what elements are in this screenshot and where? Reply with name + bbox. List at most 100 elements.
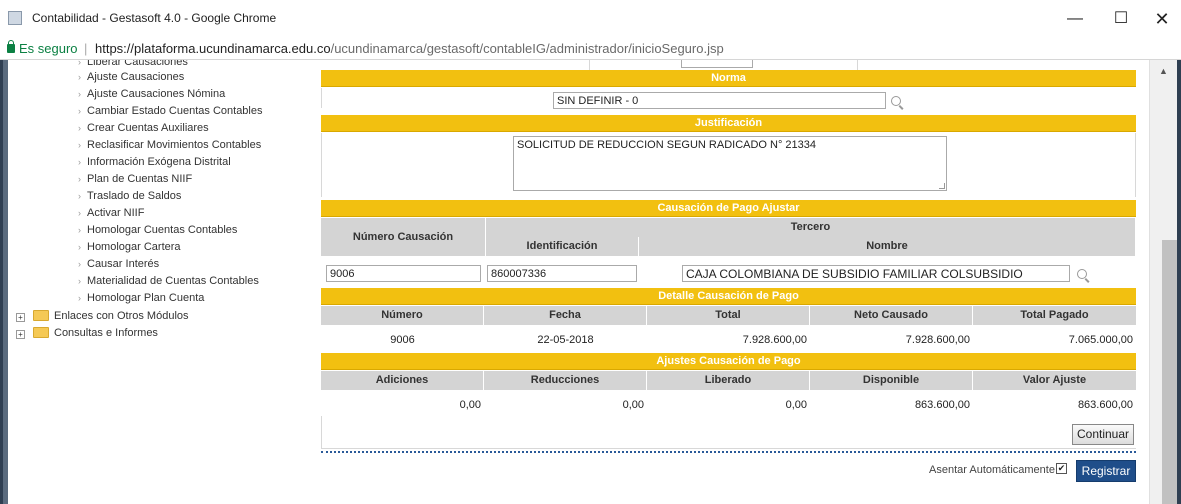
section-header-causacion: Causación de Pago Ajustar — [321, 200, 1136, 217]
registrar-button[interactable]: Registrar — [1076, 460, 1136, 482]
nombre-field[interactable]: CAJA COLOMBIANA DE SUBSIDIO FAMILIAR COL… — [682, 265, 1070, 282]
continuar-button[interactable]: Continuar — [1072, 424, 1134, 445]
col-header-total-pagado: Total Pagado — [973, 306, 1136, 325]
folder-icon — [33, 327, 49, 338]
url-host: https://plataforma.ucundinamarca.edu.co — [95, 41, 331, 56]
sidebar-item-plan-niif[interactable]: › Plan de Cuentas NIIF — [78, 173, 192, 185]
chevron-right-icon: › — [78, 89, 81, 99]
sidebar-tree: › Liberar Causaciones › Ajuste Causaciones… — [8, 60, 311, 504]
secure-label[interactable]: Es seguro — [19, 38, 78, 60]
col-header-reducciones: Reducciones — [484, 371, 647, 390]
reducciones-value[interactable]: 0,00 — [484, 396, 647, 414]
sidebar-item-label: Crear Cuentas Auxiliares — [87, 122, 209, 134]
form-divider — [857, 60, 858, 70]
sidebar-folder-enlaces[interactable]: + Enlaces con Otros Módulos — [16, 310, 189, 322]
sidebar-item-label: Cambiar Estado Cuentas Contables — [87, 105, 263, 117]
section-header-norma: Norma — [321, 70, 1136, 87]
numero-causacion-field[interactable]: 9006 — [326, 265, 481, 282]
identificacion-field[interactable]: 860007336 — [487, 265, 637, 282]
chevron-right-icon: › — [78, 191, 81, 201]
justificacion-textarea[interactable]: SOLICITUD DE REDUCCION SEGUN RADICADO N°… — [513, 136, 947, 191]
adiciones-value[interactable]: 0,00 — [321, 396, 484, 414]
sidebar-item-label: Liberar Causaciones — [87, 60, 188, 68]
col-header-neto-causado: Neto Causado — [810, 306, 973, 325]
sidebar-item-traslado[interactable]: › Traslado de Saldos — [78, 190, 181, 202]
address-separator: | — [84, 41, 88, 56]
valor-ajuste-value[interactable]: 863.600,00 — [973, 396, 1136, 414]
sidebar-item-label: Activar NIIF — [87, 207, 145, 219]
chevron-right-icon: › — [78, 276, 81, 286]
sidebar-item-label: Homologar Cartera — [87, 241, 181, 253]
section-header-detalle: Detalle Causación de Pago — [321, 288, 1136, 305]
sidebar-item-label: Ajuste Causaciones Nómina — [87, 88, 226, 100]
sidebar-item-homologar-plan[interactable]: › Homologar Plan Cuenta — [78, 292, 204, 304]
sidebar-item-label: Reclasificar Movimientos Contables — [87, 139, 262, 151]
sidebar-item-crear-cuentas[interactable]: › Crear Cuentas Auxiliares — [78, 122, 209, 134]
scrollbar-thumb[interactable] — [1162, 240, 1178, 504]
section-header-ajustes: Ajustes Causación de Pago — [321, 353, 1136, 370]
form-divider — [589, 60, 590, 70]
sidebar-folder-consultas[interactable]: + Consultas e Informes — [16, 327, 158, 339]
minimize-button[interactable]: — — [1064, 8, 1086, 30]
sidebar-item-homologar-cuentas[interactable]: › Homologar Cuentas Contables — [78, 224, 237, 236]
chevron-right-icon: › — [78, 242, 81, 252]
sidebar-folder-label: Enlaces con Otros Módulos — [54, 310, 189, 322]
form-divider — [1135, 133, 1136, 197]
table-cell: 7.928.600,00 — [905, 334, 970, 346]
liberado-value[interactable]: 0,00 — [647, 396, 810, 414]
chevron-right-icon: › — [78, 208, 81, 218]
sidebar-item-ajuste-causaciones[interactable]: › Ajuste Causaciones — [78, 71, 184, 83]
expand-icon[interactable]: + — [16, 313, 25, 322]
chevron-right-icon: › — [78, 293, 81, 303]
cut-off-field[interactable] — [681, 60, 753, 68]
col-header-fecha: Fecha — [484, 306, 647, 325]
sidebar-item-causar-interes[interactable]: › Causar Interés — [78, 258, 159, 270]
section-header-justificacion: Justificación — [321, 115, 1136, 132]
col-header-valor-ajuste: Valor Ajuste — [973, 371, 1136, 390]
address-bar[interactable]: Es seguro | https://plataforma.ucundinam… — [0, 38, 1181, 60]
chevron-right-icon: › — [78, 157, 81, 167]
close-button[interactable]: ✕ — [1151, 8, 1173, 30]
nombre-header: Nombre — [639, 237, 1136, 256]
sidebar-item-homologar-cartera[interactable]: › Homologar Cartera — [78, 241, 181, 253]
window-title: Contabilidad - Gestasoft 4.0 - Google Ch… — [32, 11, 277, 25]
table-cell: 9006 — [390, 334, 415, 346]
sidebar-item-label: Causar Interés — [87, 258, 160, 270]
right-window-edge — [1177, 60, 1181, 504]
tercero-header: Tercero — [486, 218, 1136, 237]
url-path: /ucundinamarca/gestasoft/contableIG/admi… — [330, 41, 724, 56]
sidebar-item-ajuste-causaciones-nomina[interactable]: › Ajuste Causaciones Nómina — [78, 88, 225, 100]
url-text[interactable]: https://plataforma.ucundinamarca.edu.co/… — [95, 38, 724, 60]
col-header-numero: Número — [321, 306, 484, 325]
left-window-edge-dark — [0, 60, 3, 504]
chevron-right-icon: › — [78, 123, 81, 133]
sidebar-item-label: Información Exógena Distrital — [87, 156, 231, 168]
maximize-button[interactable]: ☐ — [1110, 8, 1132, 30]
resize-grip-icon[interactable] — [939, 183, 945, 189]
form-divider — [321, 88, 322, 108]
app-icon — [8, 11, 22, 25]
sidebar-item-liberar-causaciones[interactable]: › Liberar Causaciones — [78, 60, 188, 68]
vertical-scrollbar[interactable]: ▲ — [1149, 60, 1178, 504]
form-divider — [321, 133, 322, 197]
expand-icon[interactable]: + — [16, 330, 25, 339]
chevron-right-icon: › — [78, 174, 81, 184]
sidebar-item-activar-niif[interactable]: › Activar NIIF — [78, 207, 144, 219]
window-titlebar: Contabilidad - Gestasoft 4.0 - Google Ch… — [0, 0, 1181, 38]
sidebar-folder-label: Consultas e Informes — [54, 327, 158, 339]
search-icon[interactable] — [1077, 269, 1087, 279]
sidebar-item-reclasificar[interactable]: › Reclasificar Movimientos Contables — [78, 139, 261, 151]
sidebar-item-materialidad[interactable]: › Materialidad de Cuentas Contables — [78, 275, 259, 287]
norma-field[interactable]: SIN DEFINIR - 0 — [553, 92, 886, 109]
sidebar-item-exogena[interactable]: › Información Exógena Distrital — [78, 156, 231, 168]
table-cell: 7.928.600,00 — [742, 334, 807, 346]
asentar-checkbox[interactable]: ✔ — [1056, 463, 1067, 474]
sidebar-item-label: Traslado de Saldos — [87, 190, 182, 202]
chevron-right-icon: › — [78, 106, 81, 116]
search-icon[interactable] — [891, 96, 901, 106]
main-form: Norma SIN DEFINIR - 0 Justificación SOLI… — [311, 60, 1149, 504]
col-header-adiciones: Adiciones — [321, 371, 484, 390]
sidebar-item-cambiar-estado[interactable]: › Cambiar Estado Cuentas Contables — [78, 105, 262, 117]
form-divider — [321, 448, 1136, 449]
scroll-up-icon[interactable]: ▲ — [1159, 66, 1168, 76]
